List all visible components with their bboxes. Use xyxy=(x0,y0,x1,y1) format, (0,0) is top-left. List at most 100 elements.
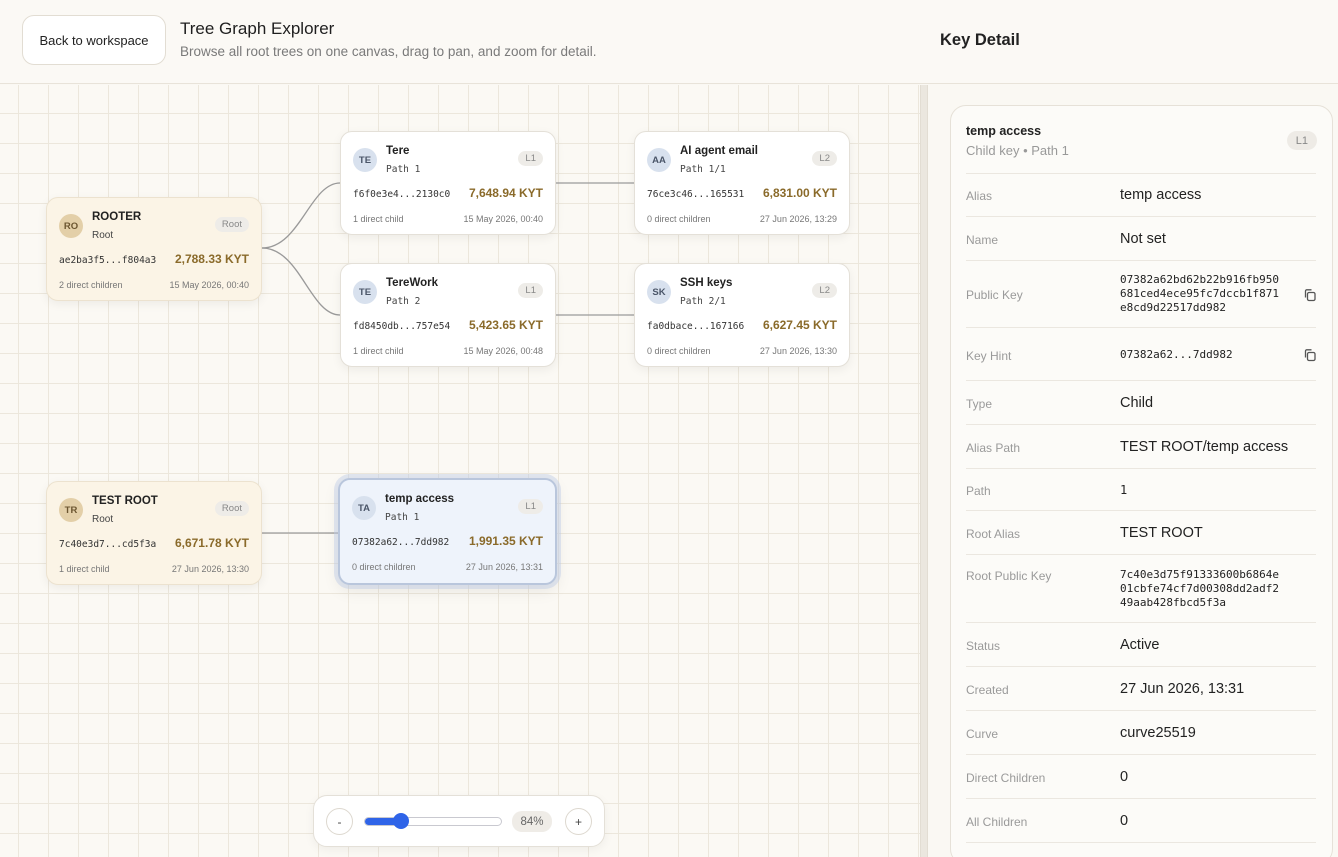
detail-row-root-alias: Root Alias TEST ROOT xyxy=(966,511,1316,555)
node-name: TEST ROOT xyxy=(92,495,158,507)
node-date: 27 Jun 2026, 13:30 xyxy=(759,346,837,356)
zoom-level: 84% xyxy=(512,811,552,832)
detail-value: Child xyxy=(1120,395,1154,411)
node-subtitle: Root xyxy=(92,514,114,525)
node-balance: 6,831.00 KYT xyxy=(762,186,837,200)
detail-label: Created xyxy=(966,683,1009,697)
zoom-slider-track[interactable] xyxy=(364,817,502,826)
node-balance: 6,627.45 KYT xyxy=(762,318,837,332)
node-level-badge: L2 xyxy=(812,151,837,166)
detail-value: 0 xyxy=(1120,813,1129,829)
node-level-badge: Root xyxy=(214,501,249,516)
detail-label: Public Key xyxy=(966,288,1023,302)
detail-row-curve: Curve curve25519 xyxy=(966,711,1316,755)
node-name: SSH keys xyxy=(680,277,733,289)
node-avatar: TA xyxy=(352,496,376,520)
edge-rooter-terework xyxy=(261,247,341,316)
graph-canvas[interactable]: RO ROOTER Root Root ae2ba3f5...f804a3 2,… xyxy=(0,85,920,857)
detail-value: 1 xyxy=(1120,483,1128,497)
detail-value: TEST ROOT/temp access xyxy=(1120,439,1289,455)
node-key-hint: fa0dbace...167166 xyxy=(647,321,745,332)
zoom-control: - 84% + xyxy=(313,795,605,847)
detail-row-root-public-key: Root Public Key 7c40e3d75f91333600b6864e… xyxy=(966,555,1316,623)
node-date: 27 Jun 2026, 13:29 xyxy=(759,214,837,224)
node-balance: 1,991.35 KYT xyxy=(468,534,543,548)
detail-value: 07382a62...7dd982 xyxy=(1120,348,1233,361)
tree-node-ssh-keys[interactable]: SK SSH keys Path 2/1 L2 fa0dbace...16716… xyxy=(634,263,850,367)
detail-label: Direct Children xyxy=(966,771,1046,785)
detail-label: Root Public Key xyxy=(966,569,1052,583)
copy-icon[interactable] xyxy=(1303,348,1317,362)
node-subtitle: Root xyxy=(92,230,114,241)
node-date: 15 May 2026, 00:40 xyxy=(463,214,543,224)
node-date: 27 Jun 2026, 13:31 xyxy=(465,562,543,572)
node-children-count: 1 direct child xyxy=(59,564,110,574)
node-name: AI agent email xyxy=(680,145,758,157)
detail-subtitle: Child key • Path 1 xyxy=(966,143,1069,158)
tree-node-ai-agent-email[interactable]: AA AI agent email Path 1/1 L2 76ce3c46..… xyxy=(634,131,850,235)
node-level-badge: L1 xyxy=(518,151,543,166)
detail-row-name: Name Not set xyxy=(966,217,1316,261)
node-key-hint: f6f0e3e4...2130c0 xyxy=(353,189,451,200)
detail-label: Type xyxy=(966,397,993,411)
page-subtitle: Browse all root trees on one canvas, dra… xyxy=(180,44,597,59)
detail-label: Alias Path xyxy=(966,441,1021,455)
node-children-count: 0 direct children xyxy=(352,562,416,572)
copy-icon[interactable] xyxy=(1303,288,1317,302)
detail-value: curve25519 xyxy=(1120,725,1196,741)
node-date: 27 Jun 2026, 13:30 xyxy=(171,564,249,574)
node-balance: 6,671.78 KYT xyxy=(174,536,249,550)
detail-value: 07382a62bd62b22b916fb950681ced4ece95fc7d… xyxy=(1120,273,1279,314)
node-date: 15 May 2026, 00:48 xyxy=(463,346,543,356)
detail-row-status: Status Active xyxy=(966,623,1316,667)
node-name: ROOTER xyxy=(92,211,142,223)
zoom-in-button[interactable]: + xyxy=(565,808,592,835)
node-name: Tere xyxy=(386,145,410,157)
node-children-count: 0 direct children xyxy=(647,346,711,356)
zoom-slider-thumb[interactable] xyxy=(393,813,410,829)
node-subtitle: Path 2/1 xyxy=(680,296,726,307)
node-name: temp access xyxy=(385,493,455,505)
detail-value: TEST ROOT xyxy=(1120,525,1203,541)
detail-label: Status xyxy=(966,639,1001,653)
detail-row-alias-path: Alias Path TEST ROOT/temp access xyxy=(966,425,1316,469)
node-avatar: RO xyxy=(59,214,83,238)
detail-row-public-key: Public Key 07382a62bd62b22b916fb950681ce… xyxy=(966,261,1316,328)
node-children-count: 2 direct children xyxy=(59,280,123,290)
tree-node-test-root[interactable]: TR TEST ROOT Root Root 7c40e3d7...cd5f3a… xyxy=(46,481,262,585)
tree-node-tere[interactable]: TE Tere Path 1 L1 f6f0e3e4...2130c0 7,64… xyxy=(340,131,556,235)
node-name: TereWork xyxy=(386,277,438,289)
zoom-out-button[interactable]: - xyxy=(326,808,353,835)
detail-value: Not set xyxy=(1120,231,1166,247)
node-balance: 5,423.65 KYT xyxy=(468,318,543,332)
detail-label: Alias xyxy=(966,189,993,203)
detail-value: Active xyxy=(1120,637,1160,653)
node-avatar: SK xyxy=(647,280,671,304)
detail-row-path: Path 1 xyxy=(966,469,1316,511)
detail-row-created: Created 27 Jun 2026, 13:31 xyxy=(966,667,1316,711)
detail-level-badge: L1 xyxy=(1286,131,1317,150)
detail-value: 7c40e3d75f91333600b6864e01cbfe74cf7d0030… xyxy=(1120,568,1279,609)
detail-value: temp access xyxy=(1120,187,1202,203)
key-detail-card: temp access Child key • Path 1 L1 Alias … xyxy=(950,105,1333,857)
tree-node-temp-access[interactable]: TA temp access Path 1 L1 07382a62...7dd9… xyxy=(338,478,557,585)
node-key-hint: 7c40e3d7...cd5f3a xyxy=(59,539,157,550)
node-balance: 2,788.33 KYT xyxy=(174,252,249,266)
detail-label: Key Hint xyxy=(966,349,1012,363)
node-key-hint: fd8450db...757e54 xyxy=(353,321,451,332)
node-key-hint: ae2ba3f5...f804a3 xyxy=(59,255,157,266)
node-children-count: 1 direct child xyxy=(353,346,404,356)
back-to-workspace-button[interactable]: Back to workspace xyxy=(22,15,166,65)
detail-row-type: Type Child xyxy=(966,381,1316,425)
tree-node-terework[interactable]: TE TereWork Path 2 L1 fd8450db...757e54 … xyxy=(340,263,556,367)
edge-rooter-tere xyxy=(261,182,341,249)
detail-row-direct-children: Direct Children 0 xyxy=(966,755,1316,799)
node-avatar: TE xyxy=(353,280,377,304)
node-subtitle: Path 1 xyxy=(386,164,421,175)
detail-row-key-hint: Key Hint 07382a62...7dd982 xyxy=(966,328,1316,381)
node-children-count: 1 direct child xyxy=(353,214,404,224)
panel-resize-handle[interactable] xyxy=(920,85,928,857)
detail-row-alias: Alias temp access xyxy=(966,173,1316,217)
detail-row-all-children: All Children 0 xyxy=(966,799,1316,843)
tree-node-rooter[interactable]: RO ROOTER Root Root ae2ba3f5...f804a3 2,… xyxy=(46,197,262,301)
